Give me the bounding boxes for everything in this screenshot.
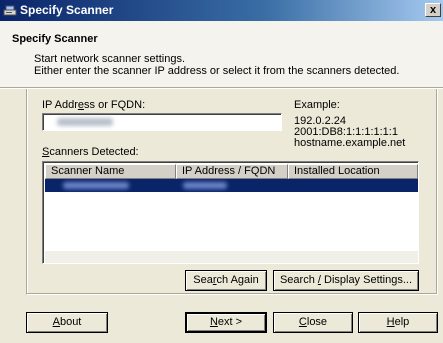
column-header-scanner-name[interactable]: Scanner Name bbox=[45, 164, 176, 179]
selected-scanner-row[interactable] bbox=[45, 179, 418, 192]
list-horizontal-scroll-area[interactable] bbox=[45, 251, 418, 263]
close-window-button[interactable]: x bbox=[425, 3, 441, 17]
scanner-app-icon bbox=[3, 5, 17, 16]
column-header-ip-address[interactable]: IP Address / FQDN bbox=[176, 164, 288, 179]
close-icon: x bbox=[429, 4, 437, 16]
example-hostname: hostname.example.net bbox=[294, 137, 406, 149]
about-button[interactable]: About bbox=[26, 312, 108, 333]
next-button[interactable]: Next > bbox=[185, 312, 267, 333]
ip-address-label: IP Address or FQDN: bbox=[42, 99, 146, 111]
redacted-scanner-name bbox=[63, 182, 129, 189]
close-button[interactable]: Close bbox=[273, 312, 353, 333]
redacted-ip-value bbox=[57, 118, 113, 126]
wizard-header: Specify Scanner Start network scanner se… bbox=[0, 21, 443, 87]
scanners-list[interactable]: Scanner Name IP Address / FQDN Installed… bbox=[42, 161, 419, 264]
header-description-line2: Either enter the scanner IP address or s… bbox=[34, 65, 400, 77]
header-description-line1: Start network scanner settings. bbox=[34, 53, 186, 65]
ip-address-input[interactable] bbox=[42, 113, 282, 131]
redacted-scanner-ip bbox=[183, 182, 227, 189]
page-heading: Specify Scanner bbox=[12, 33, 98, 45]
column-header-installed-location[interactable]: Installed Location bbox=[288, 164, 418, 179]
scanners-detected-label: Scanners Detected: bbox=[42, 146, 139, 158]
search-display-settings-button[interactable]: Search / Display Settings... bbox=[273, 270, 419, 291]
search-again-button[interactable]: Search Again bbox=[185, 270, 267, 291]
example-label: Example: bbox=[294, 99, 340, 111]
help-button[interactable]: Help bbox=[358, 312, 438, 333]
title-bar[interactable]: Specify Scanner x bbox=[0, 0, 443, 21]
window-title: Specify Scanner bbox=[20, 3, 114, 17]
